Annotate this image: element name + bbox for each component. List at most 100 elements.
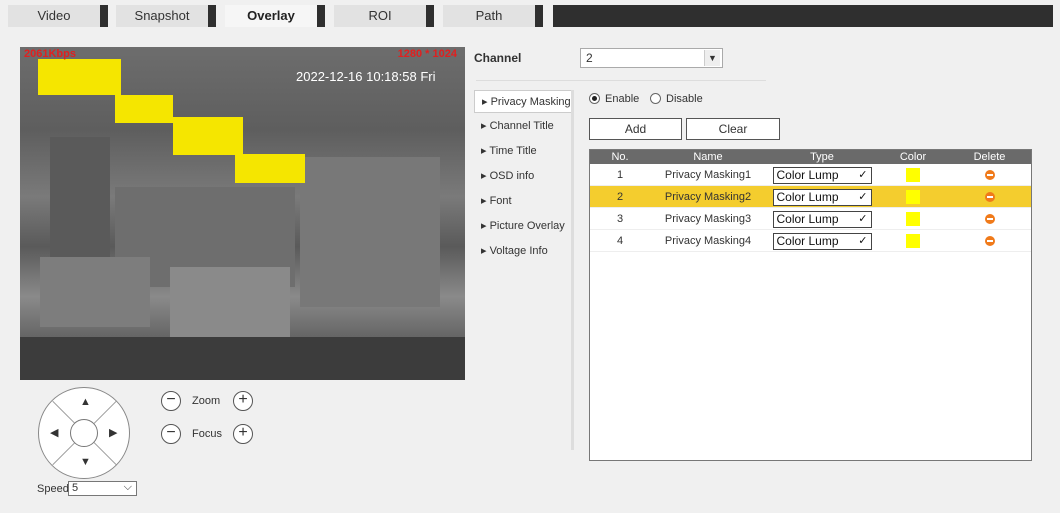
type-value: Color Lump: [776, 168, 839, 182]
chevron-down-icon: ✓: [858, 191, 868, 203]
menu-item-osd-info[interactable]: ▸ OSD info: [474, 165, 572, 188]
header-no: No.: [611, 151, 629, 163]
table-row[interactable]: 1 Privacy Masking1 Color Lump ✓: [590, 164, 1031, 186]
menu-item-label: OSD info: [489, 170, 535, 182]
row-name: Privacy Masking4: [664, 235, 752, 247]
enable-radio[interactable]: Enable: [589, 93, 639, 105]
scene-building: [300, 157, 440, 307]
row-no: 4: [616, 235, 624, 247]
delete-icon[interactable]: [984, 236, 995, 246]
osd-timestamp: 2022-12-16 10:18:58 Fri: [296, 69, 436, 84]
type-select[interactable]: Color Lump ✓: [772, 233, 872, 250]
menu-item-label: Picture Overlay: [489, 220, 565, 232]
type-value: Color Lump: [776, 212, 839, 226]
privacy-mask-3[interactable]: [173, 117, 243, 155]
delete-icon[interactable]: [984, 170, 995, 180]
radio-unselected-icon: [650, 93, 661, 104]
type-select[interactable]: Color Lump ✓: [772, 189, 872, 206]
ptz-center-button[interactable]: [70, 419, 98, 447]
menu-item-label: Privacy Masking: [490, 96, 571, 108]
enable-label: Enable: [605, 93, 640, 105]
type-value: Color Lump: [776, 234, 839, 248]
color-swatch[interactable]: [906, 212, 920, 226]
tab-bar: Video Snapshot Overlay ROI Path: [0, 0, 1060, 32]
speed-select[interactable]: 5 ⌵: [68, 481, 137, 496]
tab-roi[interactable]: ROI: [334, 5, 434, 27]
chevron-down-icon: ⌵: [123, 481, 132, 493]
menu-item-time-title[interactable]: ▸ Time Title: [474, 140, 572, 163]
header-delete: Delete: [973, 151, 1006, 163]
delete-icon[interactable]: [984, 214, 995, 224]
menu-item-label: Time Title: [489, 145, 537, 157]
scene-building: [50, 137, 110, 257]
focus-label: Focus: [192, 428, 222, 440]
type-value: Color Lump: [776, 190, 839, 204]
type-select[interactable]: Color Lump ✓: [772, 167, 872, 184]
add-button[interactable]: Add: [589, 118, 682, 140]
table-header: No. Name Type Color Delete: [590, 150, 1031, 164]
speed-label: Speed: [37, 483, 69, 495]
menu-item-label: Font: [489, 195, 512, 207]
menu-item-picture-overlay[interactable]: ▸ Picture Overlay: [474, 215, 572, 238]
color-swatch[interactable]: [906, 168, 920, 182]
focus-out-button[interactable]: −: [161, 424, 181, 444]
radio-selected-icon: [589, 93, 600, 104]
type-select[interactable]: Color Lump ✓: [772, 211, 872, 228]
row-name: Privacy Masking2: [664, 191, 752, 203]
channel-value: 2: [586, 51, 593, 65]
scene-ground: [20, 337, 465, 380]
zoom-in-button[interactable]: +: [233, 391, 253, 411]
focus-in-button[interactable]: +: [233, 424, 253, 444]
menu-item-label: Channel Title: [489, 120, 554, 132]
privacy-mask-table: No. Name Type Color Delete 1 Privacy Mas…: [589, 149, 1032, 461]
bitrate-label: 2061Kbps: [24, 48, 76, 60]
chevron-down-icon: ✓: [858, 235, 868, 247]
divider: [476, 80, 766, 81]
tab-overlay[interactable]: Overlay: [225, 5, 325, 27]
overlay-menu: ▸ Privacy Masking ▸ Channel Title ▸ Time…: [474, 90, 572, 265]
tab-path[interactable]: Path: [443, 5, 543, 27]
row-no: 2: [616, 191, 624, 203]
resolution-label: 1280 * 1024: [397, 48, 457, 60]
speed-value: 5: [72, 482, 79, 494]
table-row[interactable]: 4 Privacy Masking4 Color Lump ✓: [590, 230, 1031, 252]
tab-snapshot[interactable]: Snapshot: [116, 5, 216, 27]
header-color: Color: [899, 151, 927, 163]
tab-video[interactable]: Video: [8, 5, 108, 27]
privacy-mask-4[interactable]: [235, 154, 305, 183]
disable-label: Disable: [666, 93, 703, 105]
chevron-down-icon: ✓: [858, 169, 868, 181]
menu-item-privacy-masking[interactable]: ▸ Privacy Masking: [474, 90, 572, 113]
video-preview[interactable]: ✧ 2061Kbps 1280 * 1024 2022-12-16 10:18:…: [20, 47, 465, 380]
menu-divider: [571, 90, 574, 450]
arrow-left-icon[interactable]: ◀: [50, 426, 58, 439]
row-no: 1: [616, 169, 624, 181]
table-row[interactable]: 3 Privacy Masking3 Color Lump ✓: [590, 208, 1031, 230]
channel-label: Channel: [474, 51, 522, 65]
tab-bar-filler: [553, 5, 1053, 27]
table-row[interactable]: 2 Privacy Masking2 Color Lump ✓: [590, 186, 1031, 208]
menu-item-channel-title[interactable]: ▸ Channel Title: [474, 115, 572, 138]
privacy-mask-2[interactable]: [115, 95, 173, 123]
menu-item-voltage-info[interactable]: ▸ Voltage Info: [474, 240, 572, 263]
color-swatch[interactable]: [906, 234, 920, 248]
clear-button[interactable]: Clear: [686, 118, 780, 140]
header-name: Name: [693, 151, 723, 163]
header-type: Type: [810, 151, 834, 163]
arrow-right-icon[interactable]: ▶: [109, 426, 117, 439]
zoom-label: Zoom: [192, 395, 221, 407]
chevron-down-icon: ✓: [858, 213, 868, 225]
arrow-down-icon[interactable]: ▼: [80, 456, 91, 468]
delete-icon[interactable]: [984, 192, 995, 202]
row-no: 3: [616, 213, 624, 225]
zoom-out-button[interactable]: −: [161, 391, 181, 411]
row-name: Privacy Masking1: [664, 169, 752, 181]
ptz-direction-pad[interactable]: ▲ ▼ ◀ ▶: [38, 387, 130, 479]
disable-radio[interactable]: Disable: [650, 93, 703, 105]
chevron-down-icon: ▼: [704, 50, 720, 66]
color-swatch[interactable]: [906, 190, 920, 204]
menu-item-font[interactable]: ▸ Font: [474, 190, 572, 213]
channel-select[interactable]: 2 ▼: [580, 48, 723, 68]
arrow-up-icon[interactable]: ▲: [80, 396, 91, 408]
menu-item-label: Voltage Info: [489, 245, 548, 257]
